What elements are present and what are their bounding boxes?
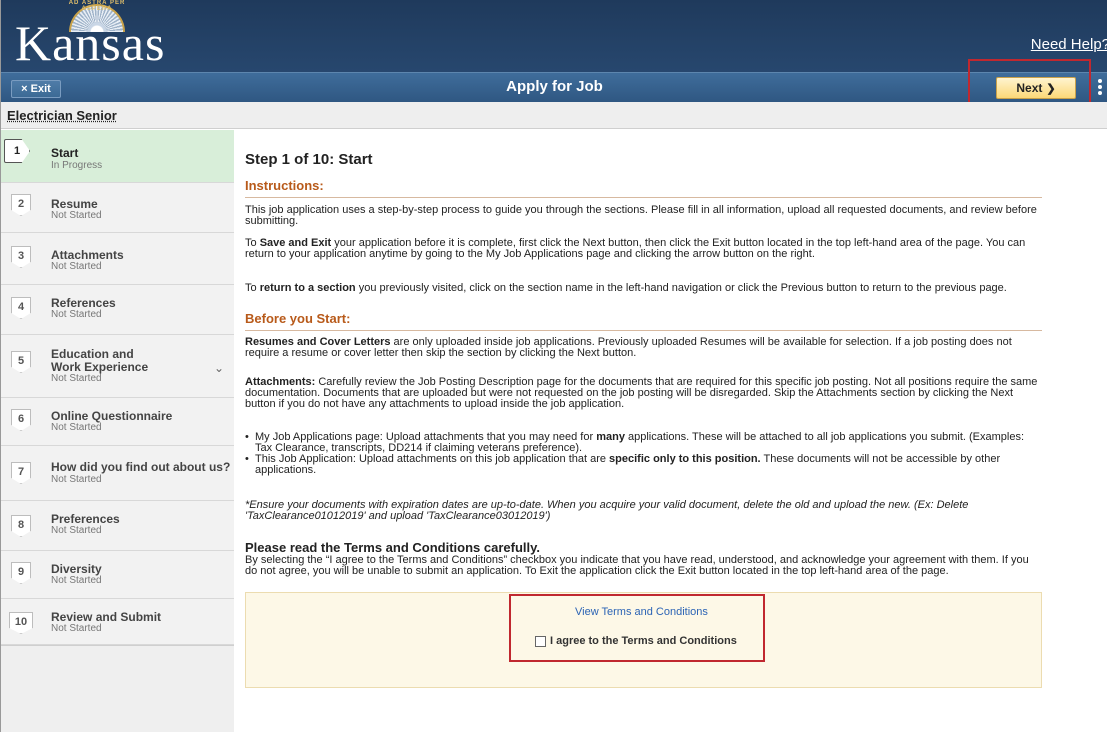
close-icon: × [21, 83, 28, 95]
instructions-heading: Instructions: [245, 178, 1042, 198]
next-button-label: Next [1016, 81, 1043, 95]
step-number-badge: 10 [9, 612, 33, 634]
step-item-preferences[interactable]: 8 Preferences Not Started [1, 501, 234, 551]
expiration-note: *Ensure your documents with expiration d… [245, 499, 969, 522]
chevron-right-icon: ❯ [1046, 83, 1056, 95]
step-item-education-and-work-experience[interactable]: 5 Education and Work Experience Not Star… [1, 335, 234, 398]
logo-arc-text: AD ASTRA PER ASPERA [68, 0, 126, 12]
kansas-logo[interactable]: AD ASTRA PER ASPERA Kansas [15, 0, 164, 68]
terms-agreement-panel: View Terms and Conditions I agree to the… [245, 592, 1042, 688]
bullet-my-job-applications: My Job Applications page: Upload attachm… [245, 432, 1042, 454]
step-item-references[interactable]: 4 References Not Started [1, 285, 234, 335]
step-navigation: 1 Start In Progress 2 Resume Not Started… [1, 130, 234, 732]
terms-heading: Please read the Terms and Conditions car… [245, 540, 540, 555]
step-item-diversity[interactable]: 9 Diversity Not Started [1, 551, 234, 599]
job-header: Electrician Senior [1, 102, 1107, 129]
step-label: Education and Work Experience [51, 347, 149, 374]
logo-wordmark: Kansas [15, 15, 166, 71]
sidebar-empty-area [1, 645, 234, 732]
step-status: Not Started [51, 422, 102, 433]
step-item-start[interactable]: 1 Start In Progress [1, 130, 234, 183]
instructions-paragraph-1: This job application uses a step-by-step… [245, 204, 1037, 227]
step-status: Not Started [51, 575, 102, 586]
terms-paragraph: By selecting the “I agree to the Terms a… [245, 554, 1029, 577]
step-status: Not Started [51, 210, 102, 221]
step-number-badge: 9 [11, 562, 31, 584]
step-item-review-and-submit[interactable]: 10 Review and Submit Not Started [1, 599, 234, 645]
step-number-badge: 7 [11, 462, 31, 484]
bullet-this-job-application: This Job Application: Upload attachments… [245, 454, 1042, 476]
need-help-link[interactable]: Need Help? [1031, 36, 1107, 53]
step-number-badge: 4 [11, 297, 31, 319]
attachments-paragraph: Attachments: Carefully review the Job Po… [245, 376, 1038, 410]
application-window: AD ASTRA PER ASPERA Kansas Need Help? × … [0, 0, 1107, 732]
step-item-attachments[interactable]: 3 Attachments Not Started [1, 233, 234, 285]
step-number-badge: 5 [11, 351, 31, 373]
step-status: Not Started [51, 623, 102, 634]
agree-checkbox-label[interactable]: I agree to the Terms and Conditions [550, 635, 737, 647]
job-title[interactable]: Electrician Senior [7, 108, 117, 123]
step-number-badge: 6 [11, 409, 31, 431]
step-item-how-did-you-find-out[interactable]: 7 How did you find out about us? Not Sta… [1, 446, 234, 501]
step-item-resume[interactable]: 2 Resume Not Started [1, 183, 234, 233]
step-number-badge: 3 [11, 246, 31, 268]
step-item-online-questionnaire[interactable]: 6 Online Questionnaire Not Started [1, 398, 234, 446]
exit-button[interactable]: × Exit [11, 80, 61, 98]
step-status: Not Started [51, 525, 102, 536]
agree-checkbox[interactable] [535, 636, 546, 647]
step-status: Not Started [51, 373, 102, 384]
before-you-start-heading: Before you Start: [245, 311, 1042, 331]
more-options-icon[interactable] [1095, 77, 1105, 99]
step-heading: Step 1 of 10: Start [245, 151, 373, 168]
step-status: Not Started [51, 309, 102, 320]
step-number-badge: 2 [11, 194, 31, 216]
step-number-badge: 8 [11, 515, 31, 537]
page-title: Apply for Job [506, 78, 603, 95]
step-status: In Progress [51, 160, 103, 171]
step-number-badge: 1 [4, 139, 30, 163]
attachment-bullet-list: My Job Applications page: Upload attachm… [245, 432, 1042, 476]
next-button[interactable]: Next ❯ [996, 77, 1076, 99]
site-banner: AD ASTRA PER ASPERA Kansas Need Help? [1, 0, 1107, 72]
step-status: Not Started [51, 261, 102, 272]
title-bar: × Exit Apply for Job Next ❯ [1, 72, 1107, 102]
step-status: Not Started [51, 474, 102, 485]
step-label: How did you find out about us? [51, 460, 231, 474]
exit-button-label: Exit [30, 83, 51, 95]
view-terms-link[interactable]: View Terms and Conditions [575, 606, 708, 618]
chevron-down-icon[interactable]: ⌄ [214, 361, 224, 375]
main-content: Step 1 of 10: Start Instructions: This j… [245, 130, 1042, 732]
instructions-paragraph-3: To return to a section you previously vi… [245, 282, 1007, 294]
resumes-paragraph: Resumes and Cover Letters are only uploa… [245, 336, 1012, 359]
instructions-paragraph-2: To Save and Exit your application before… [245, 237, 1026, 260]
step-label: Start [51, 146, 79, 160]
